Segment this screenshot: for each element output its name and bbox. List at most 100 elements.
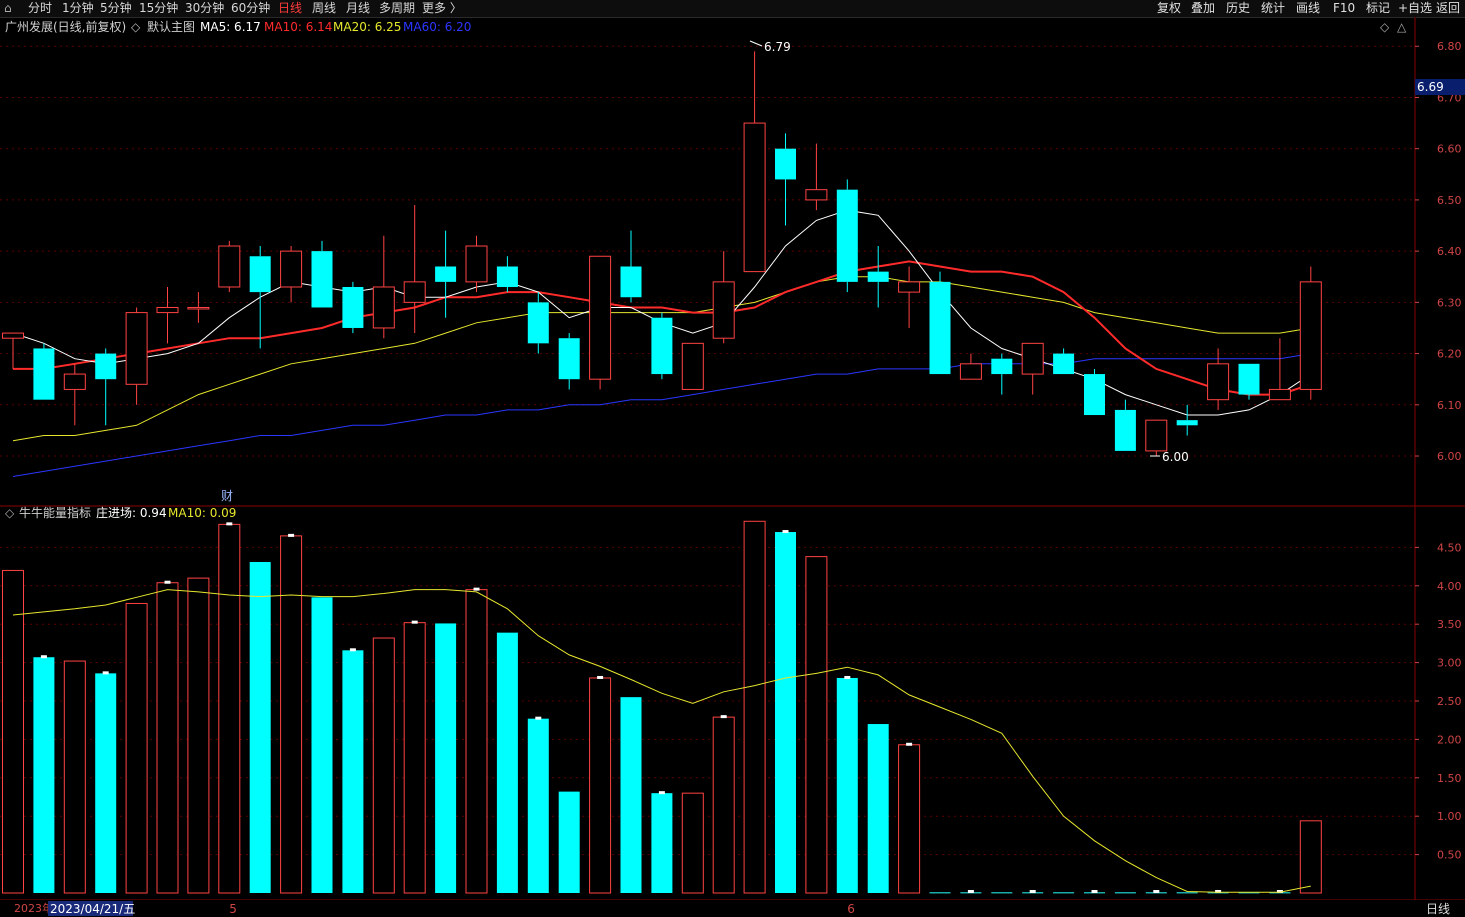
candle-body: [1268, 388, 1291, 401]
month-label-june: 6: [847, 902, 855, 916]
candle: [1021, 342, 1044, 395]
candle: [496, 256, 518, 293]
energy-bar: [403, 622, 426, 894]
candle: [1238, 363, 1260, 400]
candle: [1176, 404, 1198, 436]
candle-body: [496, 266, 518, 287]
energy-marker: [720, 715, 727, 719]
time-axis-bar: [0, 900, 1465, 917]
candle: [156, 286, 179, 344]
candle: [342, 281, 364, 334]
legend-ma10: MA10: 6.14: [264, 20, 332, 34]
price-tick-label: 6.10: [1437, 399, 1462, 412]
energy-bar: [558, 791, 580, 893]
candle-body: [589, 255, 612, 380]
candle-body: [959, 363, 982, 380]
energy-tick-label: 1.00: [1437, 810, 1462, 823]
price-tick-label: 6.80: [1437, 40, 1462, 53]
energy-marker: [844, 675, 851, 679]
candle: [280, 246, 303, 303]
kline-chart[interactable]: 6.806.706.606.506.406.306.206.106.00 4.5…: [0, 0, 1465, 917]
candle: [929, 271, 951, 375]
legend-ma20: MA20: 6.25: [333, 20, 401, 34]
candle: [1053, 348, 1075, 375]
energy-bar: [311, 597, 333, 893]
energy-marker: [967, 890, 974, 893]
energy-bar: [836, 677, 858, 893]
chart-template-label[interactable]: 默认主图: [147, 19, 195, 34]
candle: [898, 266, 921, 328]
low-price-marker: 6.00: [1162, 450, 1189, 464]
energy-bar: [1114, 892, 1136, 894]
candle: [95, 348, 117, 426]
energy-bar: [465, 589, 488, 894]
energy-marker: [473, 587, 480, 591]
legend-energy-ma10: MA10: 0.09: [168, 506, 236, 520]
price-tick-label: 6.60: [1437, 143, 1462, 156]
candle-body: [156, 306, 179, 314]
candle-body: [1053, 353, 1075, 375]
candle: [403, 205, 426, 334]
price-tick-label: 6.00: [1437, 450, 1462, 463]
candle-body: [1114, 409, 1136, 451]
energy-tick-label: 2.50: [1437, 695, 1462, 708]
financial-report-marker[interactable]: 财: [221, 489, 233, 503]
energy-marker: [226, 522, 233, 526]
candle-body: [1084, 374, 1105, 416]
energy-marker: [288, 533, 295, 537]
candle: [651, 312, 673, 380]
energy-bar: [496, 632, 518, 893]
candle: [311, 240, 333, 308]
energy-bar: [712, 716, 735, 894]
price-tick-label: 6.30: [1437, 296, 1462, 309]
candle: [187, 292, 210, 323]
candle: [712, 251, 735, 344]
energy-bar: [372, 637, 395, 894]
candle-body: [1207, 363, 1230, 401]
candle-body: [435, 266, 457, 282]
candle: [1299, 266, 1322, 400]
up-arrow-icon[interactable]: △: [1397, 20, 1407, 34]
energy-marker: [349, 648, 356, 652]
energy-bar: [435, 623, 457, 893]
energy-bar: [342, 650, 364, 893]
energy-bar: [1053, 892, 1075, 894]
candle-body: [249, 256, 271, 293]
diamond-icon[interactable]: ◇: [1380, 20, 1390, 34]
candle: [805, 143, 828, 211]
energy-bar: [1299, 820, 1322, 894]
candle: [33, 343, 55, 400]
candle-body: [2, 332, 24, 339]
high-price-marker: 6.79: [764, 40, 791, 54]
candle-body: [898, 281, 921, 293]
candle: [620, 230, 642, 303]
candle: [558, 333, 580, 390]
candle-body: [125, 312, 148, 385]
legend-zhuang-jinchang: 庄进场: 0.94: [96, 505, 167, 520]
candle-body: [775, 148, 796, 180]
candle: [1207, 348, 1230, 410]
energy-bar: [743, 520, 766, 894]
energy-bar-series: [2, 520, 1322, 894]
energy-marker: [1091, 890, 1098, 893]
high-marker-arrow: [749, 40, 763, 47]
chart-template-icon[interactable]: ◇: [131, 20, 141, 34]
candle-body: [620, 266, 642, 298]
candle-body: [187, 306, 210, 310]
energy-marker: [1153, 890, 1160, 893]
candle-body: [836, 189, 858, 282]
candle-body: [403, 281, 426, 303]
period-tab-bottom[interactable]: 日线: [1426, 902, 1450, 916]
candle-body: [95, 353, 117, 380]
candle: [2, 332, 24, 369]
stock-title: 广州发展(日线,前复权): [5, 19, 126, 34]
indicator-name[interactable]: 牛牛能量指标: [19, 505, 91, 520]
main-price-grid: [0, 45, 1415, 457]
energy-bar: [527, 718, 549, 893]
candle: [1114, 399, 1136, 451]
indicator-menu-icon[interactable]: ◇: [5, 506, 15, 520]
candle-body: [372, 286, 395, 329]
year-label: 2023年: [14, 901, 53, 915]
current-price-tag: 6.69: [1417, 80, 1444, 94]
energy-tick-label: 3.50: [1437, 618, 1462, 631]
